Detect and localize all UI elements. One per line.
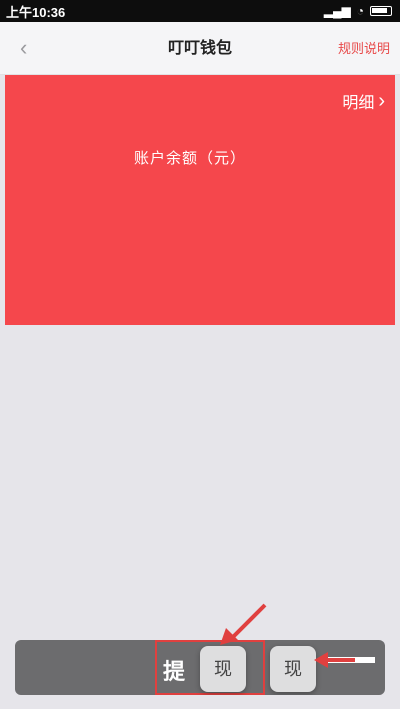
nav-bar: ‹ 叮叮钱包 规则说明	[0, 22, 400, 75]
key-chip[interactable]: 现	[200, 646, 246, 692]
status-bar: 上午10:36 ▂▄▆ ◔	[0, 0, 400, 22]
arrow-icon	[314, 652, 375, 668]
arrow-icon	[220, 603, 267, 645]
wifi-icon: ◔	[356, 4, 364, 18]
battery-icon	[370, 6, 392, 16]
status-icons: ▂▄▆ ◔	[324, 5, 392, 17]
balance-label: 账户余额（元）	[133, 150, 246, 167]
details-link[interactable]: 明细 ›	[342, 89, 385, 113]
rules-link[interactable]: 规则说明	[338, 22, 390, 75]
signal-icon: ▂▄▆	[323, 4, 351, 18]
chevron-right-icon: ›	[378, 90, 385, 112]
balance-card: 明细 › 账户余额（元）	[5, 75, 395, 325]
details-label: 明细	[342, 95, 375, 112]
withdraw-button[interactable]: 提	[163, 654, 185, 686]
status-time: 上午10:36	[6, 4, 66, 20]
